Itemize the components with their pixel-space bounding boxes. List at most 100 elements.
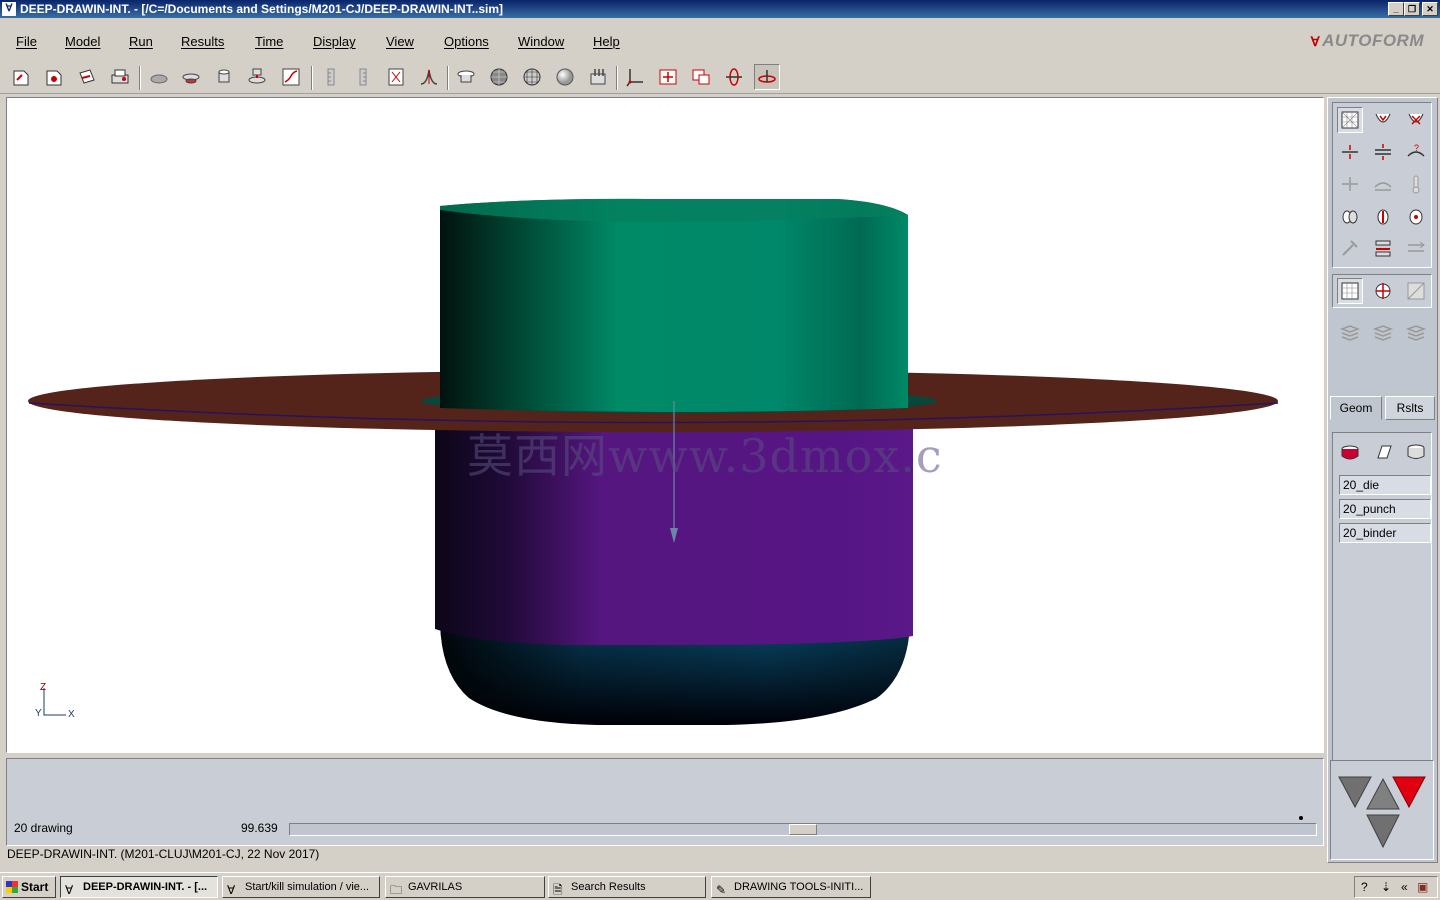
pin-tool-icon[interactable] xyxy=(585,64,611,90)
task-deep-drawin[interactable]: ∀ DEEP-DRAWIN-INT. - [... xyxy=(60,876,218,898)
watermark-text: 莫西网www.3dmox.c xyxy=(467,429,943,483)
close-button[interactable]: ✕ xyxy=(1422,2,1438,16)
split-horizontal-icon[interactable] xyxy=(1337,139,1363,165)
sheet-blank-icon[interactable] xyxy=(146,64,172,90)
status-dot xyxy=(1299,816,1303,820)
punch-tool-icon[interactable] xyxy=(211,64,237,90)
egg-shape-icon[interactable] xyxy=(1337,203,1363,229)
model-viewport[interactable]: 莫西网www.3dmox.c Z Y X xyxy=(6,97,1324,753)
app-tray-icon[interactable]: ▣ xyxy=(1417,880,1428,894)
save-file-icon[interactable] xyxy=(41,64,67,90)
search-doc-icon: 🗎 xyxy=(553,883,563,897)
windows-logo-icon xyxy=(6,881,18,893)
toolbar-separator xyxy=(311,66,313,90)
zoom-window-icon[interactable] xyxy=(688,64,714,90)
layers-flat-icon[interactable] xyxy=(1403,319,1429,345)
egg-red-icon[interactable] xyxy=(1370,203,1396,229)
die-face-icon[interactable] xyxy=(1370,107,1396,133)
right-tool-panel: ? Geom Rslts 20_die 20_punch 20_binder xyxy=(1327,97,1438,863)
die-shape-icon[interactable] xyxy=(453,64,479,90)
axes-icon[interactable] xyxy=(622,64,648,90)
flow-gray-icon[interactable] xyxy=(1403,235,1429,261)
section-mode-icon[interactable] xyxy=(1370,278,1396,304)
print-icon[interactable] xyxy=(74,64,100,90)
autoform-logo: ∀ AUTOFORM xyxy=(1310,31,1424,50)
scale-horizontal-icon[interactable] xyxy=(350,64,376,90)
distribution-curve-icon[interactable] xyxy=(416,64,442,90)
egg-dot-icon[interactable] xyxy=(1403,203,1429,229)
folder-icon: 🗀 xyxy=(390,883,403,897)
svg-text:?: ? xyxy=(1414,143,1419,153)
mesh-mode-icon[interactable] xyxy=(1337,278,1363,304)
expand-tray-icon[interactable]: « xyxy=(1401,880,1408,894)
tab-geom[interactable]: Geom xyxy=(1330,396,1382,420)
playback-controls xyxy=(1330,760,1434,860)
task-start-kill[interactable]: ∀ Start/kill simulation / vie... xyxy=(222,876,380,898)
restore-button[interactable]: ❐ xyxy=(1404,2,1420,16)
tool-motion-icon[interactable] xyxy=(754,64,780,90)
fit-view-icon[interactable] xyxy=(655,64,681,90)
axes-triad: Z Y X xyxy=(33,682,83,724)
start-button[interactable]: Start xyxy=(2,876,56,898)
layers-stack-icon[interactable] xyxy=(1370,319,1396,345)
tool-item-die[interactable]: 20_die xyxy=(1339,475,1431,495)
step-value: 99.639 xyxy=(241,821,278,835)
die-tool-color-icon[interactable] xyxy=(1337,439,1363,465)
layers-gray-icon[interactable] xyxy=(1337,319,1363,345)
menu-display[interactable]: Display xyxy=(313,34,356,49)
task-drawing-tools[interactable]: ✎ DRAWING TOOLS-INITI... xyxy=(711,876,871,898)
menu-window[interactable]: Window xyxy=(518,34,564,49)
minimize-button[interactable]: _ xyxy=(1388,2,1404,16)
tab-rslts[interactable]: Rslts xyxy=(1385,396,1435,420)
rotate-icon[interactable] xyxy=(721,64,747,90)
app-icon[interactable]: ∀ xyxy=(2,2,16,16)
ruler-section-icon[interactable] xyxy=(383,64,409,90)
menu-results[interactable]: Results xyxy=(181,34,224,49)
curve-graph-icon[interactable] xyxy=(278,64,304,90)
thermometer-icon[interactable] xyxy=(1403,171,1429,197)
mesh-view-icon[interactable] xyxy=(1337,107,1363,133)
grid-gray-icon[interactable] xyxy=(1403,278,1429,304)
task-gavrilas[interactable]: 🗀 GAVRILAS xyxy=(385,876,545,898)
autoform-task-icon: ∀ xyxy=(227,883,236,897)
wrench-gray-icon[interactable] xyxy=(1337,235,1363,261)
axis-x-label: X xyxy=(68,709,75,720)
wire-sphere-icon[interactable] xyxy=(519,64,545,90)
time-slider[interactable] xyxy=(289,823,1317,836)
autoform-task-icon: ∀ xyxy=(65,883,74,897)
die-shape xyxy=(440,198,908,412)
cup-tool-icon[interactable] xyxy=(1403,439,1429,465)
open-file-icon[interactable] xyxy=(8,64,34,90)
time-slider-thumb[interactable] xyxy=(789,824,817,835)
menu-time[interactable]: Time xyxy=(255,34,283,49)
status-panel: 20 drawing 99.639 xyxy=(6,758,1324,846)
drawbead-gray-icon[interactable] xyxy=(1337,171,1363,197)
tool-item-binder[interactable]: 20_binder xyxy=(1339,523,1431,543)
die-tool-icon[interactable] xyxy=(178,64,204,90)
shaded-sphere-icon[interactable] xyxy=(552,64,578,90)
menu-options[interactable]: Options xyxy=(444,34,489,49)
menu-view[interactable]: View xyxy=(386,34,414,49)
menu-file[interactable]: File xyxy=(16,34,37,49)
punch-face-icon[interactable] xyxy=(1403,107,1429,133)
menu-model[interactable]: Model xyxy=(65,34,100,49)
menu-help[interactable]: Help xyxy=(593,34,620,49)
split-double-icon[interactable] xyxy=(1370,139,1396,165)
network-tray-icon[interactable]: ⇣ xyxy=(1381,880,1391,894)
printer-setup-icon[interactable] xyxy=(107,64,133,90)
mesh-sphere-icon[interactable] xyxy=(486,64,512,90)
toolbar-separator xyxy=(616,66,618,90)
main-toolbar xyxy=(0,60,1440,94)
binder-tool-icon[interactable] xyxy=(244,64,270,90)
task-search-results[interactable]: 🗎 Search Results xyxy=(548,876,706,898)
binder-gray-icon[interactable] xyxy=(1370,171,1396,197)
layers-red-icon[interactable] xyxy=(1370,235,1396,261)
toolbar-separator xyxy=(139,66,141,90)
sheet-plane-icon[interactable] xyxy=(1370,439,1396,465)
menu-run[interactable]: Run xyxy=(129,34,153,49)
tool-item-punch[interactable]: 20_punch xyxy=(1339,499,1431,519)
help-tray-icon[interactable]: ? xyxy=(1361,880,1368,894)
scale-vertical-icon[interactable] xyxy=(318,64,344,90)
windows-taskbar: Start ∀ DEEP-DRAWIN-INT. - [... ∀ Start/ki… xyxy=(0,872,1440,900)
surface-question-icon[interactable]: ? xyxy=(1403,139,1429,165)
